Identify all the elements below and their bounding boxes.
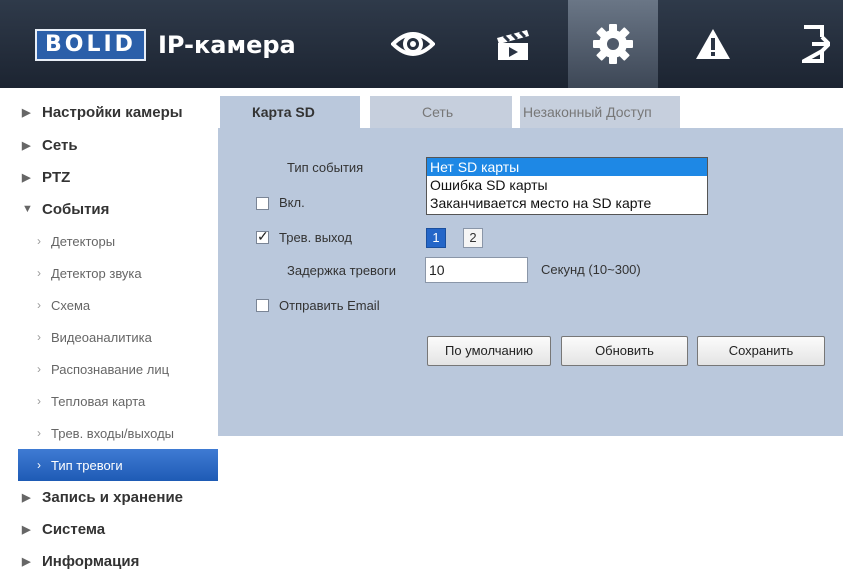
event-type-option[interactable]: Ошибка SD карты (427, 176, 707, 194)
alarm-delay-unit: Секунд (10~300) (541, 262, 641, 277)
event-type-option[interactable]: Нет SD карты (427, 158, 707, 176)
chevron-right-icon: › (37, 266, 41, 280)
alarm-out-checkbox[interactable]: ✓ (256, 228, 269, 244)
expand-arrow-icon: ▶ (22, 139, 31, 152)
sidebar-subitem-alarm-type[interactable]: › Тип тревоги (18, 449, 218, 481)
alarm-delay-label: Задержка тревоги (287, 263, 397, 278)
refresh-button[interactable]: Обновить (561, 336, 688, 366)
sidebar-subitem-face-recognition[interactable]: › Распознавание лиц (0, 353, 218, 385)
expand-arrow-icon: ▶ (22, 107, 31, 119)
alarm-out-channel-2[interactable]: 2 (463, 228, 483, 248)
sidebar-item-system[interactable]: ▶ Система (0, 513, 218, 545)
brand-logo: BOLID IP-камера (35, 28, 296, 62)
nav-settings[interactable] (568, 0, 658, 88)
sidebar-item-label: Система (42, 520, 106, 538)
sidebar-subitem-label: Тепловая карта (51, 393, 146, 409)
sidebar-item-camera-settings[interactable]: ▶ Настройки камеры (0, 96, 218, 129)
gear-icon (593, 24, 633, 64)
chevron-right-icon: › (37, 298, 41, 312)
sidebar-item-recording[interactable]: ▶ Запись и хранение (0, 481, 218, 513)
checkmark-icon: ✓ (257, 228, 269, 244)
nav-playback[interactable] (468, 0, 558, 88)
sidebar-subitem-detectors[interactable]: › Детекторы (0, 225, 218, 257)
sidebar-item-label: Запись и хранение (42, 488, 184, 506)
nav-live-view[interactable] (368, 0, 458, 88)
event-type-label: Тип события (287, 160, 364, 175)
sidebar-item-events[interactable]: ▼ События (0, 193, 218, 225)
eye-icon (391, 32, 435, 56)
sidebar-subitem-label: Детектор звука (51, 265, 142, 281)
sidebar-subitem-label: Тип тревоги (51, 457, 123, 473)
expand-arrow-icon: ▶ (22, 491, 31, 504)
expand-arrow-icon: ▶ (22, 523, 31, 536)
sidebar-subitem-label: Распознавание лиц (51, 361, 170, 377)
top-header: BOLID IP-камера (0, 0, 843, 88)
expand-arrow-icon: ▶ (22, 171, 31, 184)
tab-sd-card[interactable]: Карта SD (220, 96, 360, 128)
expand-arrow-icon: ▶ (22, 555, 31, 568)
send-email-label: Отправить Email (279, 298, 380, 313)
chevron-right-icon: › (37, 426, 41, 440)
save-button[interactable]: Сохранить (697, 336, 825, 366)
collapse-arrow-icon: ▼ (22, 203, 33, 215)
sidebar-item-information[interactable]: ▶ Информация (0, 545, 218, 577)
sidebar-item-label: PTZ (42, 168, 71, 186)
alarm-out-channel-1[interactable]: 1 (426, 228, 446, 248)
sidebar-subitem-scheme[interactable]: › Схема (0, 289, 218, 321)
warning-icon (696, 29, 730, 59)
default-button[interactable]: По умолчанию (427, 336, 551, 366)
tab-network[interactable]: Сеть (370, 96, 512, 128)
nav-alarm[interactable] (668, 0, 758, 88)
alarm-out-label: Трев. выход (279, 230, 352, 245)
alarm-delay-input[interactable]: 10 (425, 257, 528, 283)
nav-logout[interactable] (788, 0, 843, 88)
enable-checkbox[interactable] (256, 197, 269, 210)
sidebar-subitem-label: Детекторы (51, 233, 116, 249)
app-title: IP-камера (157, 31, 296, 59)
chevron-right-icon: › (37, 458, 41, 472)
sidebar-subitem-label: Схема (51, 297, 91, 313)
sidebar-subitem-label: Трев. входы/выходы (51, 425, 175, 441)
sidebar-item-label: Информация (42, 552, 140, 570)
logout-icon (801, 25, 830, 63)
chevron-right-icon: › (37, 394, 41, 408)
sidebar-item-network[interactable]: ▶ Сеть (0, 129, 218, 161)
sidebar-item-label: Сеть (42, 136, 78, 154)
chevron-right-icon: › (37, 362, 41, 376)
sidebar-subitem-label: Видеоаналитика (51, 329, 152, 345)
send-email-checkbox[interactable] (256, 299, 269, 312)
chevron-right-icon: › (37, 330, 41, 344)
enable-label: Вкл. (279, 195, 305, 210)
sidebar-menu: ▶ Настройки камеры ▶ Сеть ▶ PTZ ▼ Событи… (0, 96, 218, 577)
tab-bar: Карта SD Сеть Незаконный Доступ (218, 96, 843, 128)
sidebar-subitem-video-analytics[interactable]: › Видеоаналитика (0, 321, 218, 353)
sidebar-item-label: События (42, 200, 110, 218)
event-type-option[interactable]: Заканчивается место на SD карте (427, 194, 707, 212)
sidebar-item-ptz[interactable]: ▶ PTZ (0, 161, 218, 193)
sidebar-subitem-heat-map[interactable]: › Тепловая карта (0, 385, 218, 417)
chevron-right-icon: › (37, 234, 41, 248)
sidebar-item-label: Настройки камеры (42, 104, 183, 121)
clapperboard-icon (497, 30, 529, 60)
event-type-dropdown-list[interactable]: Нет SD карты Ошибка SD карты Заканчивает… (426, 157, 708, 215)
logo-text: BOLID (35, 29, 146, 61)
sidebar-subitem-alarm-io[interactable]: › Трев. входы/выходы (0, 417, 218, 449)
sidebar-subitem-audio-detector[interactable]: › Детектор звука (0, 257, 218, 289)
tab-illegal-access[interactable]: Незаконный Доступ (520, 96, 680, 128)
